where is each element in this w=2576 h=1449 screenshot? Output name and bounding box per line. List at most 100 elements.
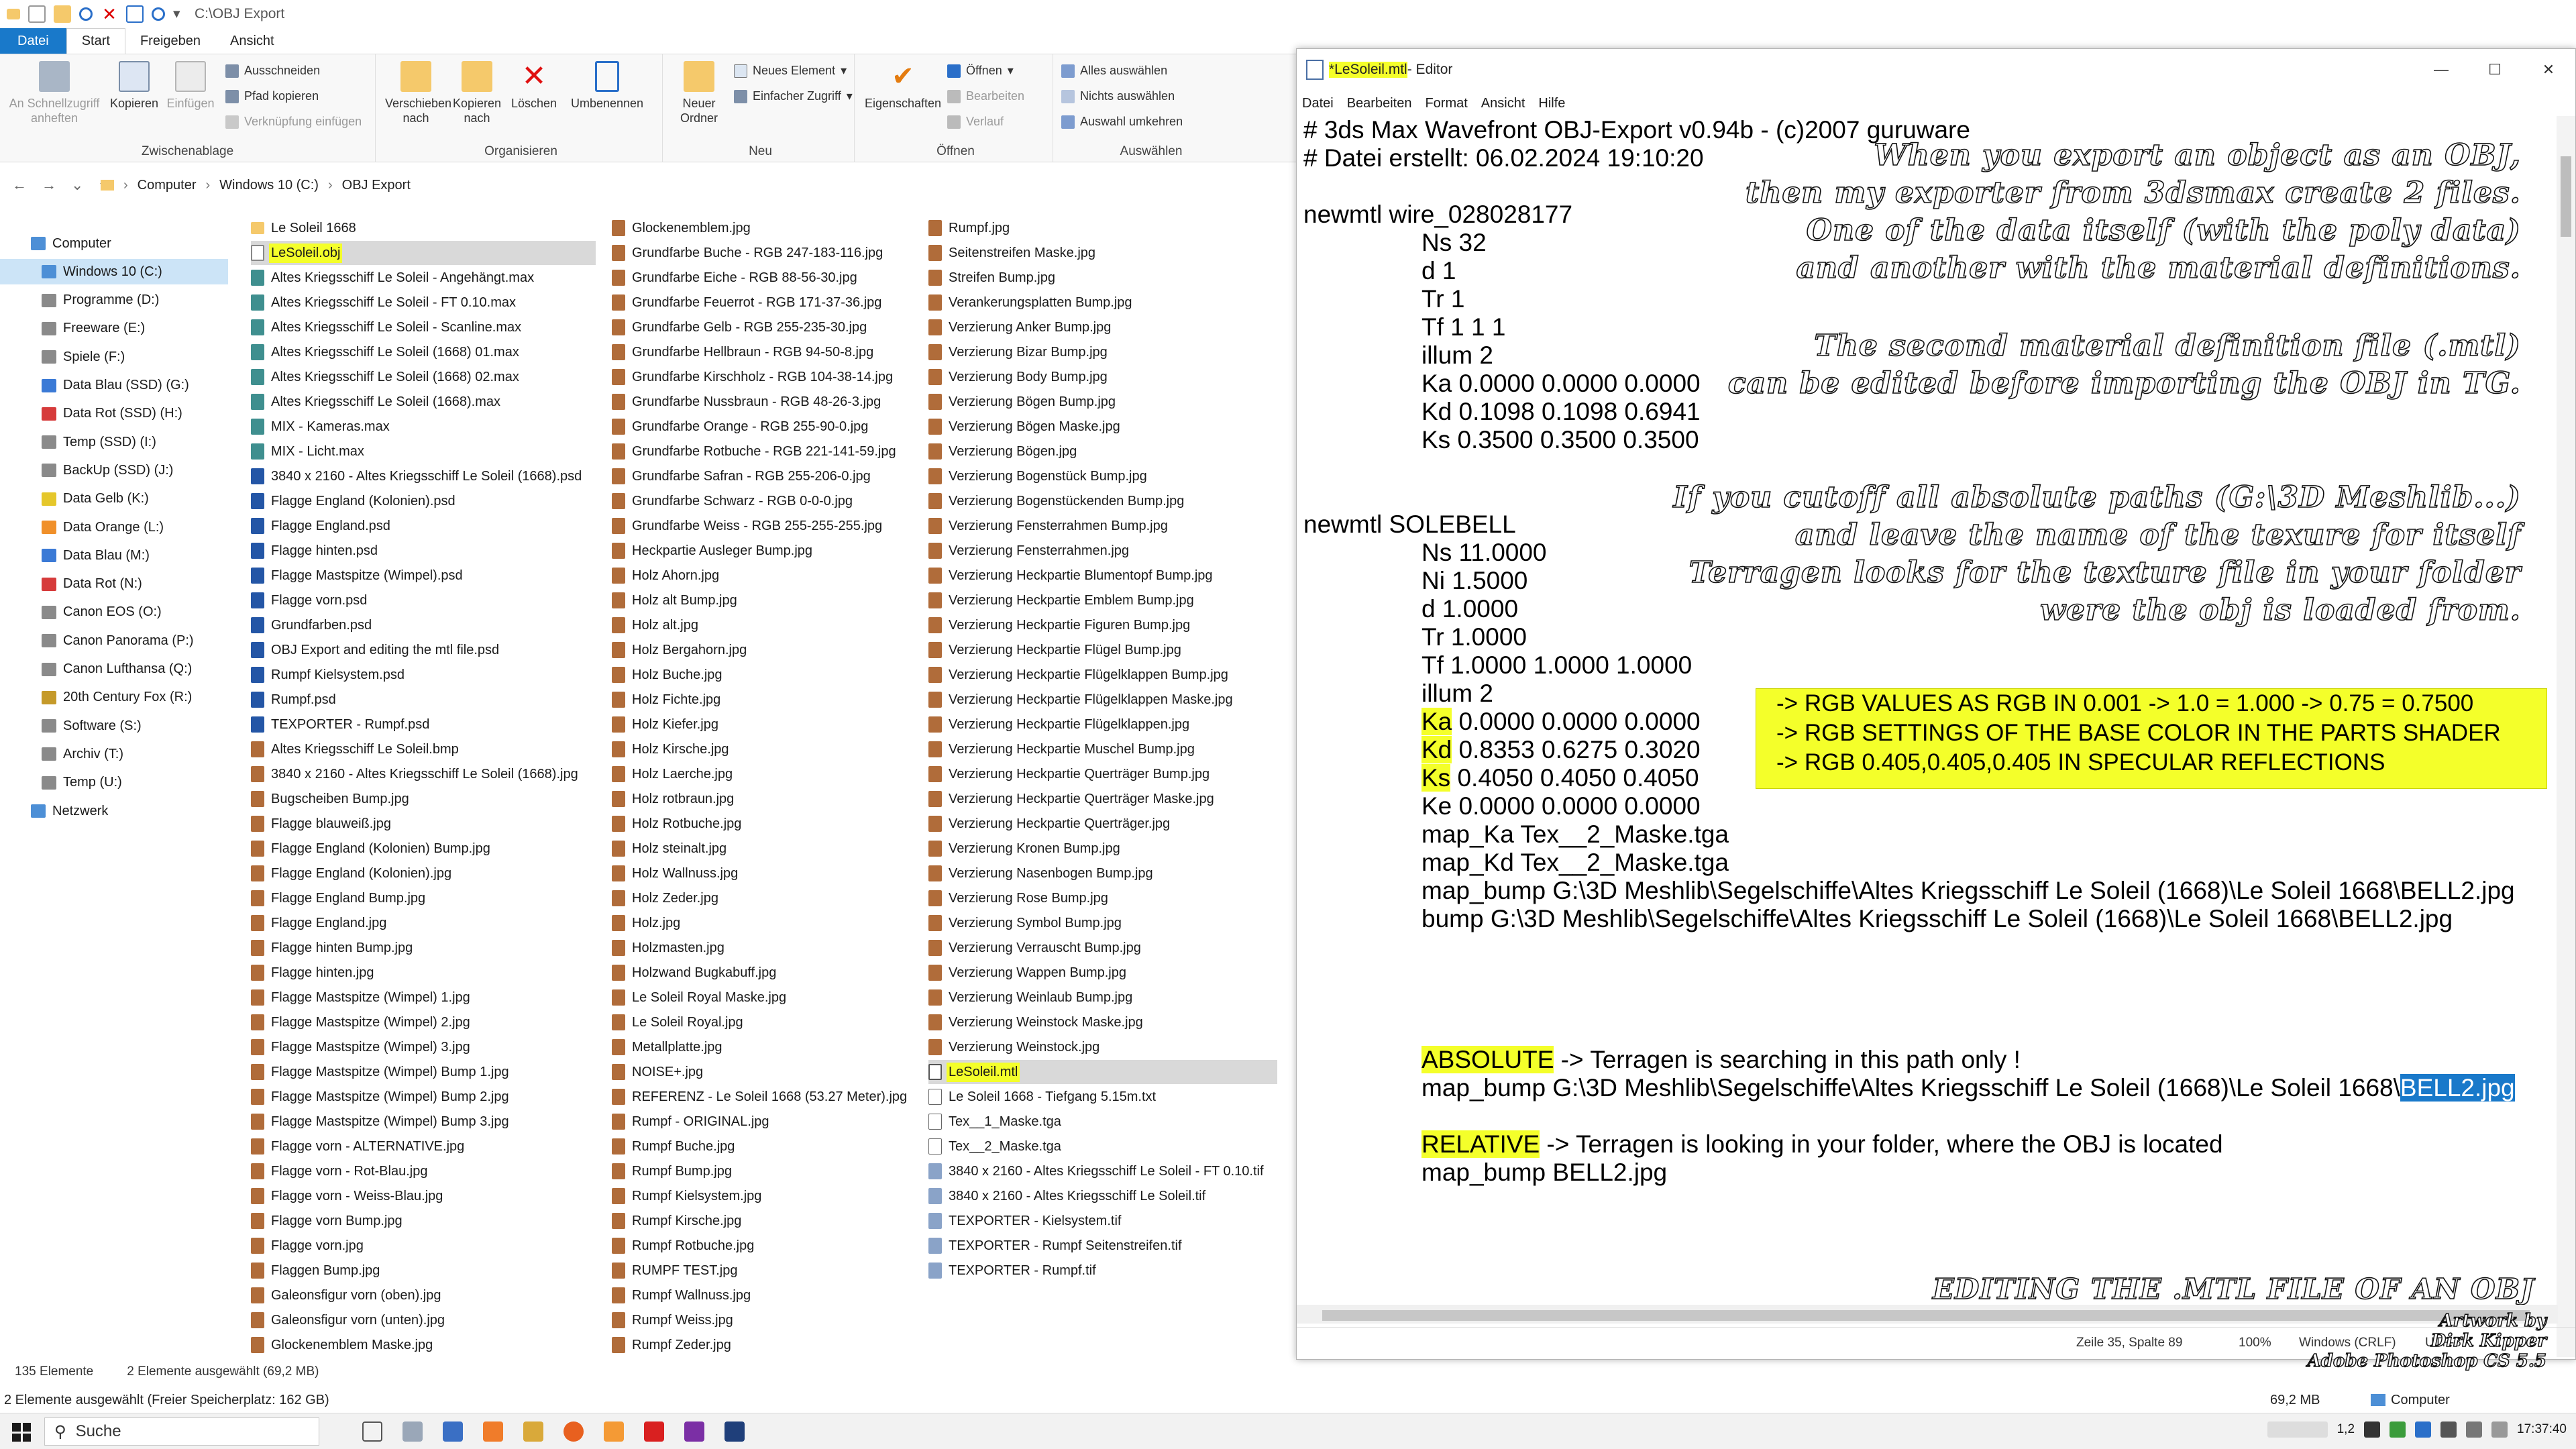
windows-start-icon[interactable] [12,1423,31,1442]
file-item[interactable]: Rumpf - ORIGINAL.jpg [612,1110,920,1134]
file-item[interactable]: Verzierung Fensterrahmen Bump.jpg [928,514,1277,538]
invert-selection-button[interactable]: Auswahl umkehren [1061,115,1183,129]
file-item[interactable]: Rumpf Kielsystem.psd [251,663,596,687]
nav-item[interactable]: Data Rot (N:) [0,572,228,597]
file-item[interactable]: Holz rotbraun.jpg [612,787,920,811]
file-item[interactable]: Rumpf Kielsystem.jpg [612,1184,920,1208]
new-folder-button[interactable]: Neuer Ordner [672,61,726,125]
properties-button[interactable]: ✔ Eigenschaften [863,61,943,111]
file-item[interactable]: Holz Kirsche.jpg [612,737,920,761]
file-item[interactable]: REFERENZ - Le Soleil 1668 (53.27 Meter).… [612,1085,920,1109]
menu-ansicht[interactable]: Ansicht [1481,96,1525,111]
file-item[interactable]: Flagge Mastspitze (Wimpel) Bump 2.jpg [251,1085,596,1109]
file-item[interactable]: Rumpf.psd [251,688,596,712]
file-item[interactable]: Grundfarbe Rotbuche - RGB 221-141-59.jpg [612,439,920,464]
file-item[interactable]: Verzierung Wappen Bump.jpg [928,961,1277,985]
file-item[interactable]: Holz Wallnuss.jpg [612,861,920,885]
file-item[interactable]: Le Soleil 1668 [251,216,596,240]
file-item[interactable]: Verzierung Heckpartie Flügelklappen.jpg [928,712,1277,737]
file-item[interactable]: Verzierung Bögen Bump.jpg [928,390,1277,414]
nav-item[interactable]: Software (S:) [0,713,228,739]
paste-shortcut-button[interactable]: Verknüpfung einfügen [225,115,362,129]
history-button[interactable]: Verlauf [947,115,1004,129]
file-item[interactable]: Verzierung Heckpartie Querträger Maske.j… [928,787,1277,811]
tray-icon[interactable] [2390,1421,2406,1438]
select-all-button[interactable]: Alles auswählen [1061,64,1167,78]
file-item[interactable]: Altes Kriegsschiff Le Soleil.bmp [251,737,596,761]
easy-access-button[interactable]: Einfacher Zugriff ▾ [734,89,853,103]
taskbar-search[interactable]: ⚲ Suche [44,1417,319,1446]
nav-item[interactable]: Windows 10 (C:) [0,259,228,285]
nav-item[interactable]: Canon Panorama (P:) [0,628,228,653]
file-item[interactable]: Verzierung Bögen.jpg [928,439,1277,464]
file-item[interactable]: Verzierung Body Bump.jpg [928,365,1277,389]
file-item[interactable]: MIX - Kameras.max [251,415,596,439]
file-item[interactable]: Holz Rotbuche.jpg [612,812,920,836]
file-item[interactable]: Verzierung Heckpartie Figuren Bump.jpg [928,613,1277,637]
tray-graph-icon[interactable] [2267,1421,2328,1438]
file-item[interactable]: Heckpartie Ausleger Bump.jpg [612,539,920,563]
file-item[interactable]: Altes Kriegsschiff Le Soleil (1668) 01.m… [251,340,596,364]
file-item[interactable]: Holz steinalt.jpg [612,837,920,861]
menu-datei[interactable]: Datei [1302,96,1334,111]
file-item[interactable]: TEXPORTER - Rumpf Seitenstreifen.tif [928,1234,1277,1258]
file-item[interactable]: Verzierung Rose Bump.jpg [928,886,1277,910]
redo-icon[interactable] [152,7,165,21]
file-item[interactable]: Flagge vorn - Weiss-Blau.jpg [251,1184,596,1208]
nav-item[interactable]: Programme (D:) [0,288,228,313]
file-item[interactable]: Verzierung Heckpartie Blumentopf Bump.jp… [928,564,1277,588]
file-item[interactable]: TEXPORTER - Rumpf.tif [928,1258,1277,1283]
file-item[interactable]: Verzierung Bogenstück Bump.jpg [928,464,1277,488]
file-item[interactable]: Holz Bergahorn.jpg [612,638,920,662]
tab-datei[interactable]: Datei [0,28,66,54]
file-item[interactable]: Verzierung Verrauscht Bump.jpg [928,936,1277,960]
file-item[interactable]: RUMPF TEST.jpg [612,1258,920,1283]
file-item[interactable]: Verzierung Heckpartie Querträger Bump.jp… [928,762,1277,786]
file-item[interactable]: Verzierung Bizar Bump.jpg [928,340,1277,364]
file-item[interactable]: Grundfarbe Eiche - RGB 88-56-30.jpg [612,266,920,290]
file-item[interactable]: Verzierung Nasenbogen Bump.jpg [928,861,1277,885]
nav-item[interactable]: Spiele (F:) [0,344,228,370]
menu-hilfe[interactable]: Hilfe [1538,96,1565,111]
file-item[interactable]: Holz.jpg [612,911,920,935]
nav-item[interactable]: BackUp (SSD) (J:) [0,458,228,483]
app-icon[interactable] [483,1421,503,1442]
cut-button[interactable]: Ausschneiden [225,64,320,78]
move-to-button[interactable]: Verschieben nach [385,61,451,125]
nav-item[interactable]: Data Blau (SSD) (G:) [0,373,228,398]
file-item[interactable]: Le Soleil 1668 - Tiefgang 5.15m.txt [928,1085,1277,1109]
file-item[interactable]: Flagge hinten.jpg [251,961,596,985]
file-item[interactable]: Rumpf Zeder.jpg [612,1333,920,1357]
file-item[interactable]: Glockenemblem Maske.jpg [251,1333,596,1357]
file-item[interactable]: Grundfarbe Schwarz - RGB 0-0-0.jpg [612,489,920,513]
minimize-icon[interactable]: — [2414,49,2468,91]
file-item[interactable]: Rumpf Kirsche.jpg [612,1209,920,1233]
volume-icon[interactable] [2491,1421,2508,1438]
file-item[interactable]: Tex__2_Maske.tga [928,1134,1277,1159]
file-item[interactable]: Verzierung Bögen Maske.jpg [928,415,1277,439]
file-item[interactable]: Grundfarbe Kirschholz - RGB 104-38-14.jp… [612,365,920,389]
rename-icon[interactable] [126,5,144,23]
horizontal-scrollbar[interactable] [1297,1305,2558,1324]
vertical-scrollbar[interactable] [2557,116,2575,1357]
nav-item[interactable]: Canon Lufthansa (Q:) [0,657,228,682]
file-item[interactable]: 3840 x 2160 - Altes Kriegsschiff Le Sole… [251,464,596,488]
file-item[interactable]: Le Soleil Royal.jpg [612,1010,920,1034]
file-item[interactable]: Flagge Mastspitze (Wimpel) 3.jpg [251,1035,596,1059]
nav-item[interactable]: Data Orange (L:) [0,515,228,540]
copy-path-button[interactable]: Pfad kopieren [225,89,319,103]
file-item[interactable]: Verzierung Heckpartie Flügel Bump.jpg [928,638,1277,662]
file-item[interactable]: MIX - Licht.max [251,439,596,464]
file-item[interactable]: Grundfarbe Gelb - RGB 255-235-30.jpg [612,315,920,339]
nav-item[interactable]: Freeware (E:) [0,316,228,341]
file-item[interactable]: Rumpf Buche.jpg [612,1134,920,1159]
nav-item[interactable]: Data Blau (M:) [0,543,228,568]
app-icon[interactable] [644,1421,664,1442]
file-item[interactable]: LeSoleil.obj [251,241,596,265]
photoshop-icon[interactable] [724,1421,745,1442]
nav-item[interactable]: Data Gelb (K:) [0,486,228,512]
nav-item[interactable]: Netzwerk [0,798,228,824]
file-item[interactable]: Holz Laerche.jpg [612,762,920,786]
select-none-button[interactable]: Nichts auswählen [1061,89,1175,103]
file-item[interactable]: Galeonsfigur vorn (oben).jpg [251,1283,596,1307]
